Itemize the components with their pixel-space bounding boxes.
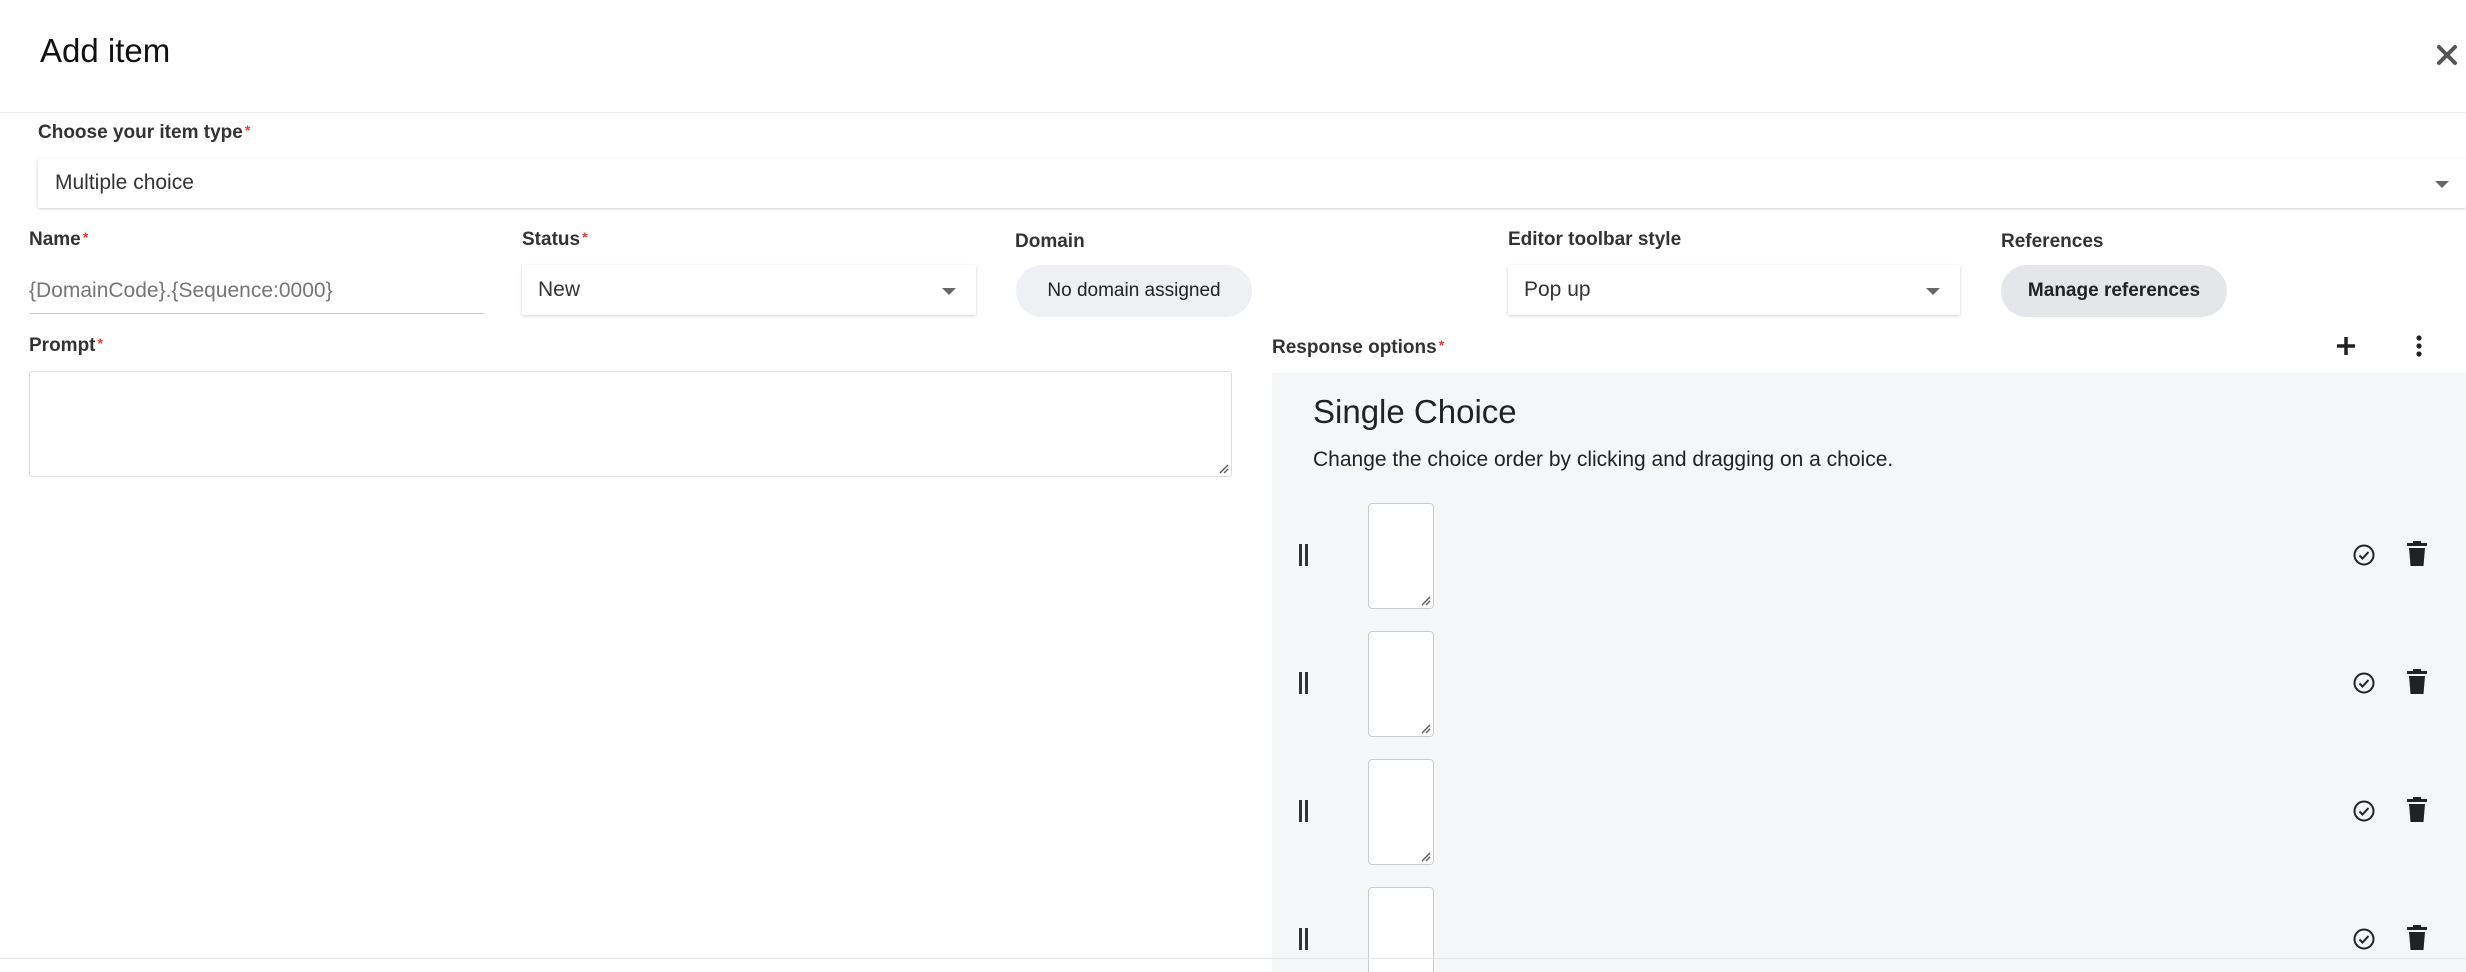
response-options-label: Response options *: [1272, 337, 1444, 359]
mark-correct-button[interactable]: [2352, 543, 2376, 567]
required-marker: *: [1438, 337, 1445, 353]
status-label: Status *: [522, 229, 588, 251]
dialog-title: Add item: [40, 32, 171, 69]
trash-icon: [2407, 541, 2427, 566]
item-type-label: Choose your item type *: [38, 122, 250, 144]
response-options-label-text: Response options: [1272, 337, 1437, 358]
close-icon: [2437, 45, 2457, 65]
drag-handle-icon[interactable]: [1299, 928, 1308, 950]
name-label: Name *: [29, 229, 88, 251]
item-type-value: Multiple choice: [55, 171, 194, 194]
check-circle-icon: [2353, 928, 2375, 950]
toolbar-style-value: Pop up: [1524, 278, 1591, 301]
required-marker: *: [82, 229, 89, 245]
choice-row[interactable]: [1272, 503, 2466, 611]
mark-correct-button[interactable]: [2352, 927, 2376, 951]
trash-icon: [2407, 669, 2427, 694]
choice-text-input[interactable]: [1368, 631, 1434, 737]
prompt-textarea[interactable]: [29, 371, 1232, 477]
toolbar-style-select[interactable]: Pop up: [1508, 265, 1960, 315]
resize-handle-icon[interactable]: [1419, 850, 1431, 862]
resize-handle-icon[interactable]: [1419, 594, 1431, 606]
required-marker: *: [97, 335, 103, 351]
mark-correct-button[interactable]: [2352, 671, 2376, 695]
add-choice-button[interactable]: [2334, 334, 2358, 358]
check-circle-icon: [2353, 672, 2375, 694]
choice-row[interactable]: [1272, 887, 2466, 972]
more-vertical-icon: [2416, 335, 2422, 357]
item-type-label-text: Choose your item type: [38, 122, 243, 143]
trash-icon: [2407, 925, 2427, 950]
manage-references-button[interactable]: Manage references: [2001, 265, 2227, 317]
drag-handle-icon[interactable]: [1299, 800, 1308, 822]
response-options-panel: Single Choice Change the choice order by…: [1272, 373, 2466, 972]
choice-row[interactable]: [1272, 631, 2466, 739]
references-label: References: [2001, 231, 2104, 252]
close-button[interactable]: [2432, 40, 2462, 70]
response-type-title: Single Choice: [1313, 393, 1517, 430]
status-label-text: Status: [522, 229, 581, 250]
required-marker: *: [244, 122, 251, 138]
delete-choice-button[interactable]: [2407, 797, 2427, 823]
choice-text-input[interactable]: [1368, 887, 1434, 972]
response-type-description: Change the choice order by clicking and …: [1313, 448, 1894, 471]
trash-icon: [2407, 797, 2427, 822]
footer-divider: [0, 958, 2466, 959]
status-select[interactable]: New: [522, 265, 976, 315]
chevron-down-icon: [1926, 288, 1940, 295]
delete-choice-button[interactable]: [2407, 925, 2427, 951]
drag-handle-icon[interactable]: [1299, 544, 1308, 566]
prompt-label: Prompt *: [29, 335, 103, 357]
name-input[interactable]: [29, 268, 484, 314]
delete-choice-button[interactable]: [2407, 669, 2427, 695]
resize-handle-icon[interactable]: [1217, 462, 1229, 474]
chevron-down-icon: [2435, 181, 2449, 188]
name-label-text: Name: [29, 229, 81, 250]
choice-text-input[interactable]: [1368, 503, 1434, 609]
check-circle-icon: [2353, 544, 2375, 566]
domain-label: Domain: [1015, 231, 1085, 252]
resize-handle-icon[interactable]: [1419, 722, 1431, 734]
chevron-down-icon: [942, 288, 956, 295]
domain-button[interactable]: No domain assigned: [1016, 265, 1252, 317]
required-marker: *: [582, 229, 588, 245]
choice-text-input[interactable]: [1368, 759, 1434, 865]
delete-choice-button[interactable]: [2407, 541, 2427, 567]
prompt-label-text: Prompt: [29, 335, 96, 356]
plus-icon: [2337, 337, 2355, 355]
choice-row[interactable]: [1272, 759, 2466, 867]
toolbar-style-label: Editor toolbar style: [1508, 229, 1682, 250]
status-value: New: [538, 278, 581, 301]
more-options-button[interactable]: [2412, 334, 2426, 358]
dialog-header: Add item: [0, 0, 2466, 113]
item-type-select[interactable]: Multiple choice: [38, 158, 2466, 208]
drag-handle-icon[interactable]: [1299, 672, 1308, 694]
check-circle-icon: [2353, 800, 2375, 822]
mark-correct-button[interactable]: [2352, 799, 2376, 823]
